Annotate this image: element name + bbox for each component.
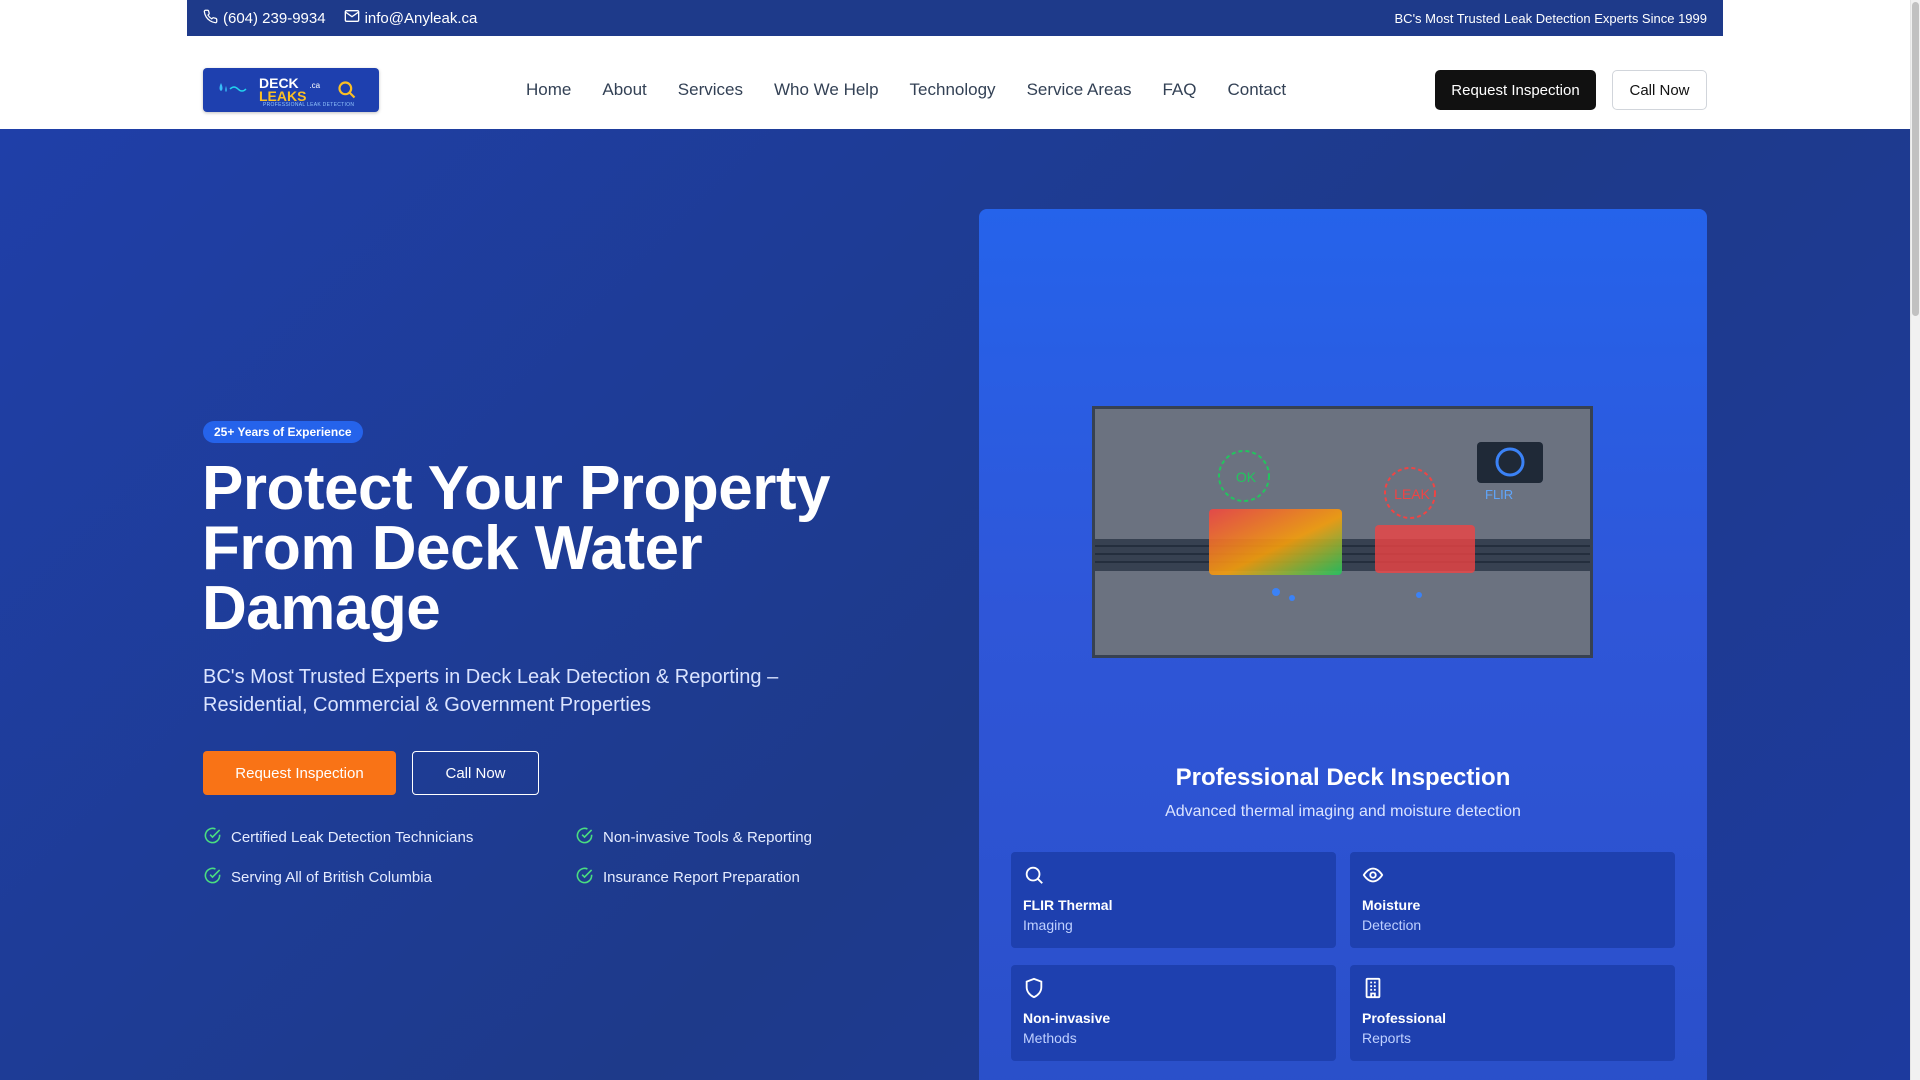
contact-group: (604) 239-9934 info@Anyleak.ca: [203, 9, 477, 28]
nav-service-areas[interactable]: Service Areas: [1027, 80, 1132, 100]
eye-icon: [1362, 867, 1384, 890]
card-subtitle: Advanced thermal imaging and moisture de…: [1165, 803, 1521, 820]
leak-hotspot: [1375, 525, 1475, 573]
nav-call-now-button[interactable]: Call Now: [1612, 70, 1707, 110]
water-drops-icon: [217, 81, 247, 100]
phone-icon: [203, 9, 218, 28]
top-contact-bar: (604) 239-9934 info@Anyleak.ca BC's Most…: [187, 0, 1723, 36]
nav-faq[interactable]: FAQ: [1162, 80, 1196, 100]
nav-who-we-help[interactable]: Who We Help: [774, 80, 879, 100]
water-drop: [1289, 595, 1295, 601]
hero-title: Protect Your Property From Deck Water Da…: [202, 454, 831, 643]
nav-technology[interactable]: Technology: [910, 80, 996, 100]
scrollbar-thumb[interactable]: [1912, 2, 1919, 316]
hero-call-now-button[interactable]: Call Now: [412, 751, 539, 795]
tile-flir-thermal: FLIR Thermal Imaging: [1011, 852, 1336, 948]
thermal-illustration: OK LEAK FLIR: [1092, 406, 1593, 658]
tile-non-invasive: Non-invasive Methods: [1011, 965, 1336, 1061]
logo[interactable]: DECK LEAKS .ca PROFESSIONAL LEAK DETECTI…: [203, 68, 379, 112]
feature-item: Certified Leak Detection Technicians: [203, 826, 575, 849]
leak-label: LEAK: [1394, 486, 1430, 502]
feature-tiles: FLIR Thermal Imaging Moisture Detection …: [1011, 852, 1675, 1061]
email-link[interactable]: info@Anyleak.ca: [344, 9, 478, 27]
phone-number: (604) 239-9934: [223, 9, 326, 27]
nav-home[interactable]: Home: [526, 80, 571, 100]
check-circle-icon: [575, 826, 594, 849]
check-circle-icon: [203, 866, 222, 889]
magnifier-icon: [337, 80, 357, 100]
nav-contact[interactable]: Contact: [1227, 80, 1286, 100]
inspection-card: OK LEAK FLIR Professional Deck Inspectio…: [979, 209, 1707, 1080]
tile-subtitle: Imaging: [1023, 917, 1073, 933]
page: (604) 239-9934 info@Anyleak.ca BC's Most…: [0, 0, 1910, 1080]
nav-about[interactable]: About: [602, 80, 646, 100]
tile-title: Moisture: [1362, 897, 1421, 913]
tile-moisture: Moisture Detection: [1350, 852, 1675, 948]
main-navbar: DECK LEAKS .ca PROFESSIONAL LEAK DETECTI…: [0, 36, 1910, 129]
tile-reports: Professional Reports: [1350, 965, 1675, 1061]
feature-text: Insurance Report Preparation: [603, 869, 800, 886]
card-title: Professional Deck Inspection: [1175, 764, 1511, 791]
feature-item: Non-invasive Tools & Reporting: [575, 826, 875, 849]
tile-title: Non-invasive: [1023, 1010, 1111, 1026]
feature-text: Serving All of British Columbia: [231, 869, 432, 886]
shield-icon: [1023, 977, 1045, 1003]
check-circle-icon: [575, 866, 594, 889]
logo-suffix: .ca: [309, 80, 321, 90]
water-drop: [1272, 588, 1280, 596]
thermal-hotspot: [1209, 509, 1342, 575]
topbar-tagline: BC's Most Trusted Leak Detection Experts…: [1394, 10, 1707, 26]
nav-services[interactable]: Services: [678, 80, 743, 100]
experience-badge: 25+ Years of Experience: [203, 421, 363, 443]
feature-text: Certified Leak Detection Technicians: [231, 829, 474, 846]
email-address: info@Anyleak.ca: [364, 9, 478, 27]
thermal-scene: OK LEAK FLIR: [1095, 442, 1590, 601]
camera-label: FLIR: [1485, 487, 1513, 502]
search-icon: [1023, 866, 1045, 890]
tile-subtitle: Methods: [1023, 1030, 1077, 1046]
feature-list: Certified Leak Detection Technicians Non…: [203, 826, 883, 889]
tile-title: Professional: [1362, 1010, 1447, 1026]
logo-tagline: PROFESSIONAL LEAK DETECTION: [263, 102, 355, 108]
tile-subtitle: Detection: [1362, 917, 1422, 933]
water-drop: [1416, 592, 1422, 598]
feature-item: Insurance Report Preparation: [575, 866, 875, 889]
scrollbar[interactable]: [1910, 0, 1920, 1080]
hero-request-inspection-button[interactable]: Request Inspection: [203, 751, 396, 795]
building-icon: [1362, 977, 1384, 1003]
phone-link[interactable]: (604) 239-9934: [203, 9, 326, 28]
mail-icon: [344, 9, 360, 27]
logo-wordmark: DECK LEAKS: [259, 76, 306, 103]
nav-request-inspection-button[interactable]: Request Inspection: [1435, 70, 1596, 110]
feature-text: Non-invasive Tools & Reporting: [603, 829, 812, 846]
tile-title: FLIR Thermal: [1023, 897, 1113, 913]
hero-section: 25+ Years of Experience Protect Your Pro…: [0, 129, 1910, 1080]
deck-beam: [1095, 539, 1590, 571]
hero-subtitle: BC's Most Trusted Experts in Deck Leak D…: [203, 666, 779, 716]
check-circle-icon: [203, 826, 222, 849]
nav-links: Home About Services Who We Help Technolo…: [526, 80, 1317, 100]
tile-subtitle: Reports: [1362, 1030, 1412, 1046]
feature-item: Serving All of British Columbia: [203, 866, 575, 889]
ok-label: OK: [1236, 469, 1257, 485]
